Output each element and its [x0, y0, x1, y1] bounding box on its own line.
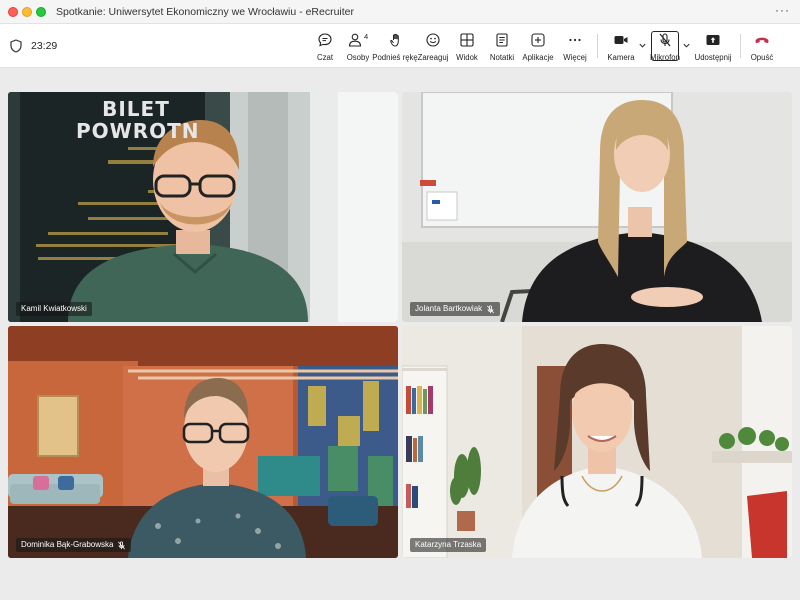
mic-options-chevron-down-icon[interactable]: [682, 41, 691, 50]
people-icon: 4: [348, 31, 369, 49]
participant-video: [8, 326, 398, 558]
share-button[interactable]: Udostępnij: [693, 28, 733, 64]
camera-options-chevron-down-icon[interactable]: [638, 41, 647, 50]
poster-title: BILET POWROTN: [76, 97, 200, 143]
participant-tile[interactable]: Katarzyna Trzaska: [402, 326, 792, 558]
poster-title-line2: POWROTN: [76, 119, 200, 143]
people-count: 4: [364, 32, 369, 41]
window-titlebar: Spotkanie: Uniwersytet Ekonomiczny we Wr…: [0, 0, 800, 24]
mic-focus-ring: [651, 31, 679, 61]
grid-icon: [458, 31, 476, 49]
participant-name: Kamil Kwiatkowski: [21, 304, 87, 313]
participant-video: [402, 326, 792, 558]
notes-label: Notatki: [489, 53, 515, 62]
meeting-timer: 23:29: [31, 40, 58, 52]
camera-label: Kamera: [607, 53, 635, 62]
hang-up-phone-icon: [753, 31, 771, 49]
more-button[interactable]: Więcej: [561, 28, 589, 64]
window-title: Spotkanie: Uniwersytet Ekonomiczny we Wr…: [56, 6, 354, 18]
leave-label: Opuść: [750, 53, 774, 62]
poster-title-line1: BILET: [102, 97, 170, 121]
window-maximize-button[interactable]: [36, 7, 46, 17]
leave-button[interactable]: Opuść: [748, 28, 776, 64]
participant-name-tag: Dominika Bąk-Grabowska: [16, 538, 132, 552]
chat-label: Czat: [316, 53, 334, 62]
share-screen-icon: [704, 31, 722, 49]
chat-button[interactable]: Czat: [312, 28, 338, 64]
people-button[interactable]: 4 Osoby: [344, 28, 372, 64]
meeting-toolbar: 23:29 Czat 4 Osoby Podnieś rękę Zareaguj…: [0, 24, 800, 68]
apps-button[interactable]: Aplikacje: [521, 28, 555, 64]
participant-name: Katarzyna Trzaska: [415, 540, 482, 549]
notes-button[interactable]: Notatki: [487, 28, 517, 64]
participant-tile[interactable]: Jolanta Bartkowiak: [402, 92, 792, 322]
camera-button[interactable]: Kamera: [606, 28, 636, 64]
window-more-button[interactable]: ···: [775, 3, 790, 17]
participant-name-tag: Katarzyna Trzaska: [410, 538, 487, 552]
react-label: Zareaguj: [417, 53, 449, 62]
hand-icon: [386, 31, 404, 49]
add-app-icon: [529, 31, 547, 49]
toolbar-divider: [740, 34, 741, 58]
raise-hand-button[interactable]: Podnieś rękę: [372, 28, 418, 64]
shield-icon: [10, 39, 22, 53]
mic-muted-icon: [487, 304, 495, 313]
participant-name-tag: Kamil Kwiatkowski: [16, 302, 92, 316]
window-minimize-button[interactable]: [22, 7, 32, 17]
react-button[interactable]: Zareaguj: [418, 28, 448, 64]
more-dots-icon: [566, 31, 584, 49]
participant-tile[interactable]: Dominika Bąk-Grabowska: [8, 326, 398, 558]
apps-label: Aplikacje: [522, 53, 554, 62]
participant-name-tag: Jolanta Bartkowiak: [410, 302, 501, 316]
participant-tile[interactable]: BILET POWROTN Kamil Kwiatkowski: [8, 92, 398, 322]
raise-hand-label: Podnieś rękę: [372, 53, 418, 62]
participant-video: [8, 92, 398, 322]
share-label: Udostępnij: [694, 53, 732, 62]
toolbar-divider: [597, 34, 598, 58]
people-label: Osoby: [346, 53, 370, 62]
chat-icon: [316, 31, 334, 49]
participant-video: [402, 92, 792, 322]
participant-name: Dominika Bąk-Grabowska: [21, 540, 114, 549]
notes-icon: [493, 31, 511, 49]
participant-name: Jolanta Bartkowiak: [415, 304, 483, 313]
view-label: Widok: [456, 53, 478, 62]
smiley-icon: [424, 31, 442, 49]
window-close-button[interactable]: [8, 7, 18, 17]
view-button[interactable]: Widok: [454, 28, 480, 64]
mic-muted-icon: [118, 540, 126, 549]
video-camera-icon: [612, 31, 630, 49]
more-label: Więcej: [563, 53, 587, 62]
